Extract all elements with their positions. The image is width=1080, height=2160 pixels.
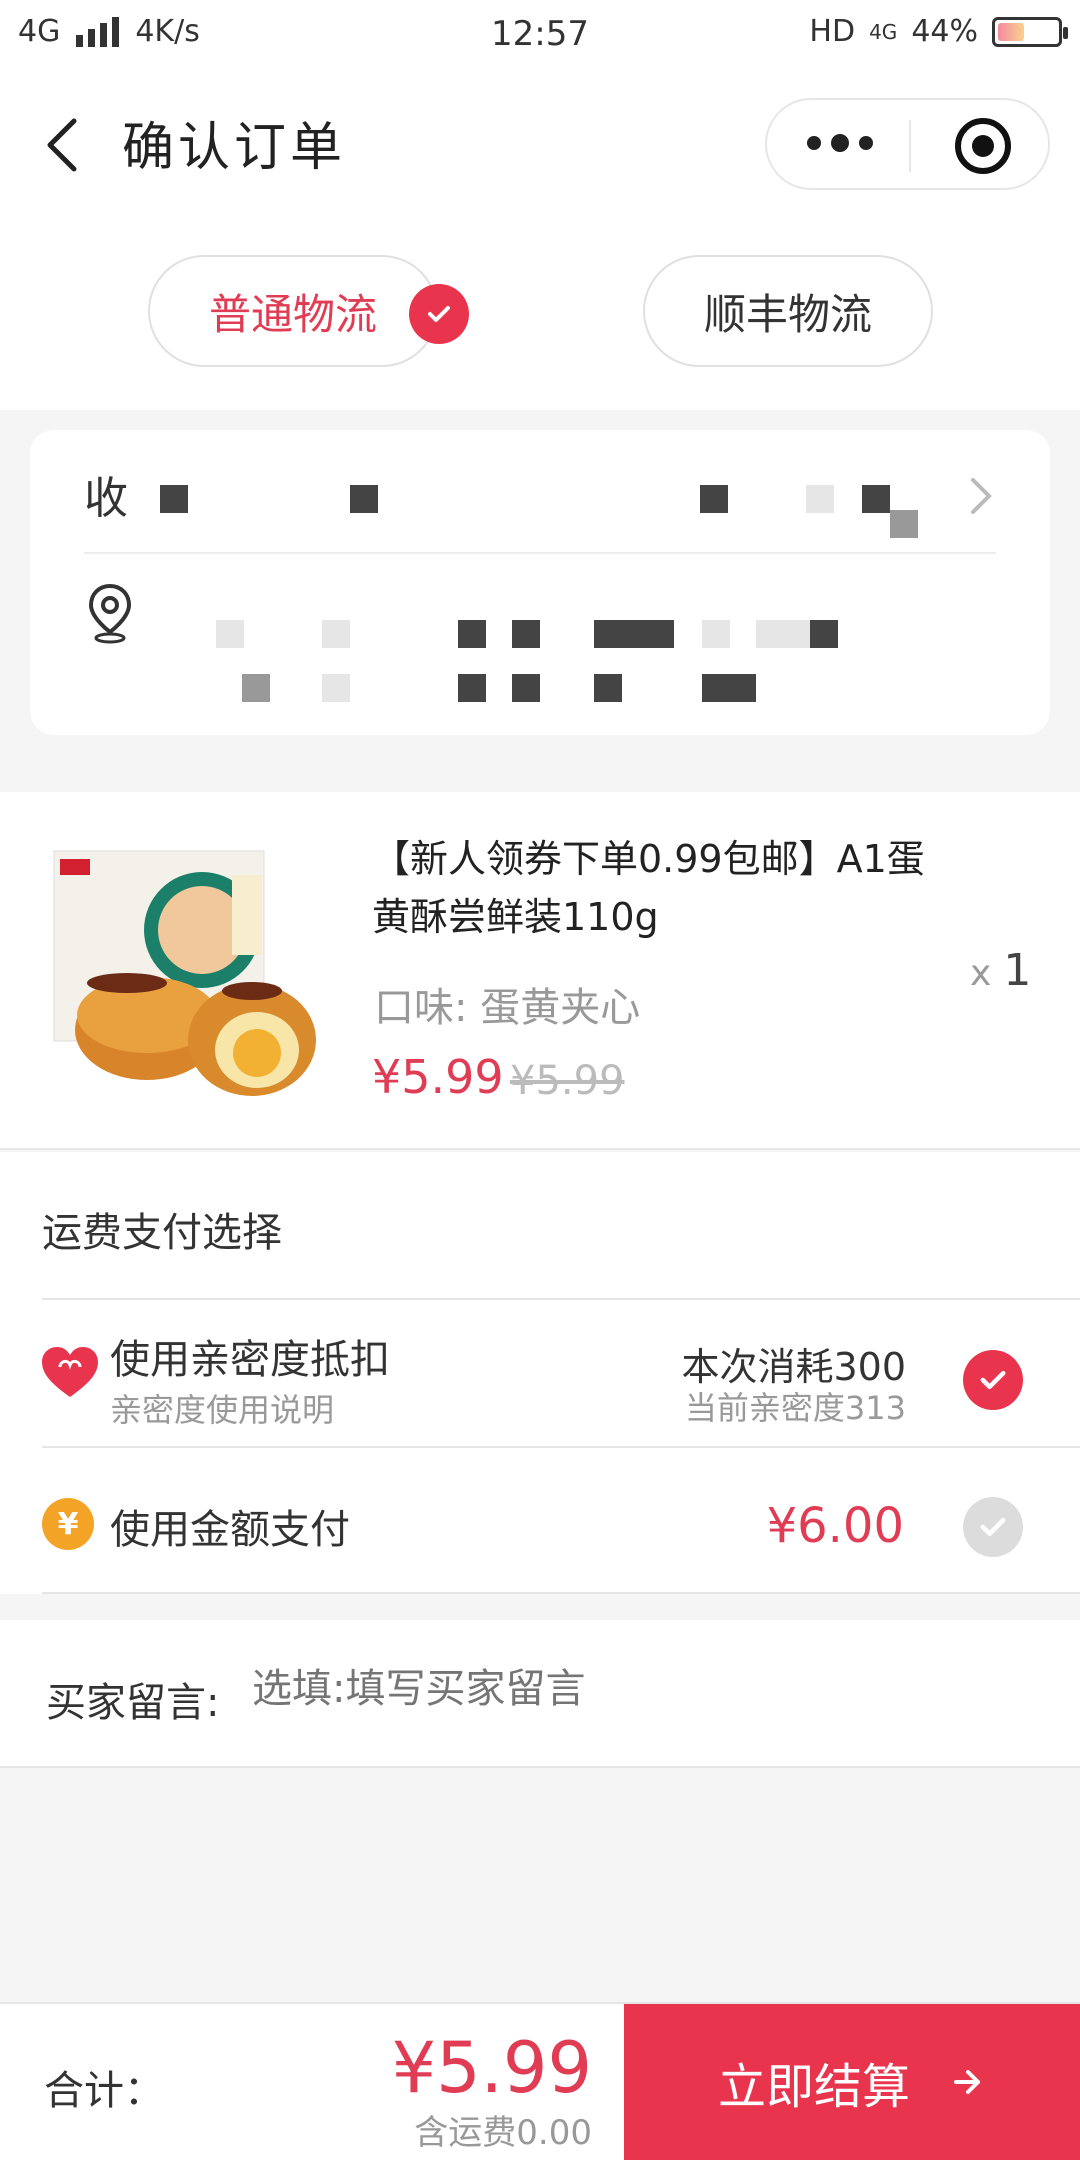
quantity-prefix: x: [970, 953, 992, 994]
intimacy-help-link[interactable]: 亲密度使用说明: [110, 1385, 334, 1431]
product-title: 【新人领券下单0.99包邮】A1蛋黄酥尝鲜装110g: [372, 837, 925, 939]
product-flavor: 口味: 蛋黄夹心: [374, 985, 641, 1031]
redacted-block: [890, 510, 918, 538]
product-price: ¥5.99: [372, 1050, 504, 1104]
check-icon: [409, 284, 469, 344]
amount-option-label: 使用金额支付: [110, 1507, 350, 1553]
mini-program-capsule: [765, 98, 1050, 190]
redacted-block: [512, 620, 540, 648]
payment-title: 运费支付选择: [42, 1210, 282, 1256]
battery-label: 44%: [911, 14, 978, 49]
amount-value: ¥6.00: [766, 1498, 904, 1554]
tab-label: 普通物流: [208, 289, 377, 339]
chevron-left-icon[interactable]: [40, 115, 84, 175]
redacted-block: [862, 485, 890, 513]
redacted-block: [512, 674, 540, 702]
redacted-block: [594, 674, 622, 702]
redacted-block: [756, 620, 810, 648]
redacted-block: [322, 674, 350, 702]
quantity: x1: [970, 945, 1031, 996]
redacted-block: [242, 674, 270, 702]
chevron-right-icon: [971, 478, 992, 514]
redacted-block: [702, 674, 756, 702]
tab-normal-logistics[interactable]: 普通物流: [148, 255, 438, 367]
buyer-message-input[interactable]: [252, 1666, 972, 1712]
battery-icon: [992, 16, 1068, 47]
quantity-value: 1: [1003, 945, 1032, 996]
divider: [42, 1592, 1080, 1594]
capsule-divider: [909, 120, 911, 172]
buyer-message-label: 买家留言:: [46, 1680, 220, 1726]
divider: [42, 1298, 1080, 1300]
intimacy-current: 当前亲密度313: [684, 1389, 906, 1427]
recipient-label: 收: [84, 473, 128, 524]
address-card[interactable]: [30, 430, 1050, 735]
product-image: [53, 850, 316, 1096]
redacted-block: [458, 620, 486, 648]
hd-label: HD: [809, 14, 856, 49]
checkout-button[interactable]: 立即结算: [624, 2004, 1080, 2160]
lte-label: 4G: [869, 19, 898, 44]
yen-coin-icon: ¥: [42, 1498, 94, 1550]
address-divider: [84, 552, 996, 554]
redacted-block: [322, 620, 350, 648]
redacted-block: [806, 485, 834, 513]
redacted-block: [702, 620, 730, 648]
intimacy-option-label: 使用亲密度抵扣: [110, 1337, 390, 1383]
redacted-block: [350, 485, 378, 513]
shipping-note: 含运费0.00: [414, 2113, 592, 2153]
redacted-block: [594, 620, 674, 648]
total-label: 合计：: [44, 2068, 164, 2114]
redacted-block: [810, 620, 838, 648]
redacted-block: [700, 485, 728, 513]
divider: [42, 1446, 1080, 1448]
page-title: 确认订单: [122, 118, 347, 178]
intimacy-check-icon[interactable]: [963, 1350, 1023, 1410]
target-circle-icon[interactable]: [955, 118, 1011, 174]
heart-icon: [42, 1347, 98, 1397]
location-pin-icon: [88, 583, 132, 644]
redacted-block: [458, 674, 486, 702]
tab-sf-logistics[interactable]: 顺丰物流: [643, 255, 933, 367]
status-right: HD 4G 44%: [809, 14, 1068, 49]
more-dots-icon[interactable]: [807, 134, 873, 152]
redacted-block: [160, 485, 188, 513]
product-original-price: ¥5.99: [510, 1058, 625, 1104]
total-price: ¥5.99: [391, 2027, 592, 2109]
tab-label: 顺丰物流: [703, 289, 872, 339]
amount-check-icon[interactable]: [963, 1497, 1023, 1557]
redacted-block: [216, 620, 244, 648]
checkout-label: 立即结算: [717, 2059, 910, 2115]
arrow-right-icon: [954, 2070, 980, 2094]
